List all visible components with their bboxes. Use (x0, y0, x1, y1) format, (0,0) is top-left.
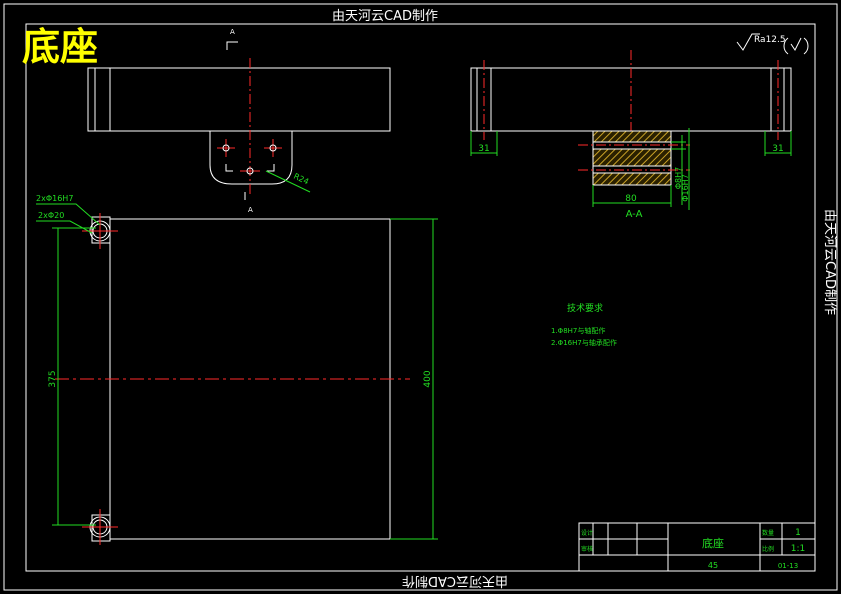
side-watermark: 由天河云CAD制作 (822, 209, 837, 315)
drawing-number: 01-13 (778, 562, 798, 570)
title-block: 设计 审核 底座 数量 1 比例 1:1 45 01-13 (578, 522, 816, 572)
technical-notes: 技术要求 1.Φ8H7与轴配作 2.Φ16H7与轴承配作 (551, 302, 617, 347)
dim-width-80: 80 (625, 194, 637, 204)
dim-400: 400 (423, 370, 433, 387)
bottom-bearing-hole (82, 509, 118, 545)
surface-roughness-symbol: Ra12.5 (736, 33, 809, 55)
dim-d16h7: Φ16H7 (681, 174, 690, 202)
dim-375: 375 (48, 370, 58, 387)
section-a-a: 80 A-A Φ8H7 Φ16H7 (578, 128, 690, 220)
dim-right-31: 31 (772, 144, 783, 154)
bottom-watermark: 由天河云CAD制作 (402, 573, 508, 588)
svg-text:A: A (230, 28, 235, 36)
header-watermark: 由天河云CAD制作 (332, 9, 438, 24)
drawing-sheet: 由天河云CAD制作 由天河云CAD制作 由天河云CAD制作 底座 Ra12.5 … (3, 3, 838, 591)
notes-line-1: 1.Φ8H7与轴配作 (551, 326, 605, 335)
dim-hole-16h7: 2xΦ16H7 (36, 194, 73, 203)
notes-title: 技术要求 (567, 302, 603, 314)
checker-label: 审核 (581, 545, 593, 553)
section-marker-bottom: A (244, 192, 253, 214)
material: 45 (708, 561, 718, 570)
dim-left-31: 31 (478, 144, 489, 154)
dim-hole-20: 2xΦ20 (38, 211, 64, 220)
section-label: A-A (626, 209, 643, 220)
svg-text:A: A (248, 206, 253, 214)
section-marker-top: A (226, 28, 238, 50)
part-name: 底座 (702, 536, 724, 550)
scale-value: 1:1 (791, 544, 805, 554)
roughness-value: Ra12.5 (754, 35, 786, 45)
designer-label: 设计 (581, 529, 593, 537)
front-view: R24 (87, 58, 391, 195)
qty-value: 1 (795, 528, 801, 538)
notes-line-2: 2.Φ16H7与轴承配作 (551, 338, 617, 347)
scale-label: 比例 (762, 545, 774, 553)
drawing-big-title: 底座 (22, 25, 98, 69)
cad-drawing-canvas: 由天河云CAD制作 由天河云CAD制作 由天河云CAD制作 底座 Ra12.5 … (0, 0, 841, 594)
qty-label: 数量 (762, 529, 774, 537)
inner-border (25, 23, 816, 572)
outer-border (3, 3, 838, 591)
plan-view: 2xΦ16H7 2xΦ20 375 400 (36, 194, 438, 545)
